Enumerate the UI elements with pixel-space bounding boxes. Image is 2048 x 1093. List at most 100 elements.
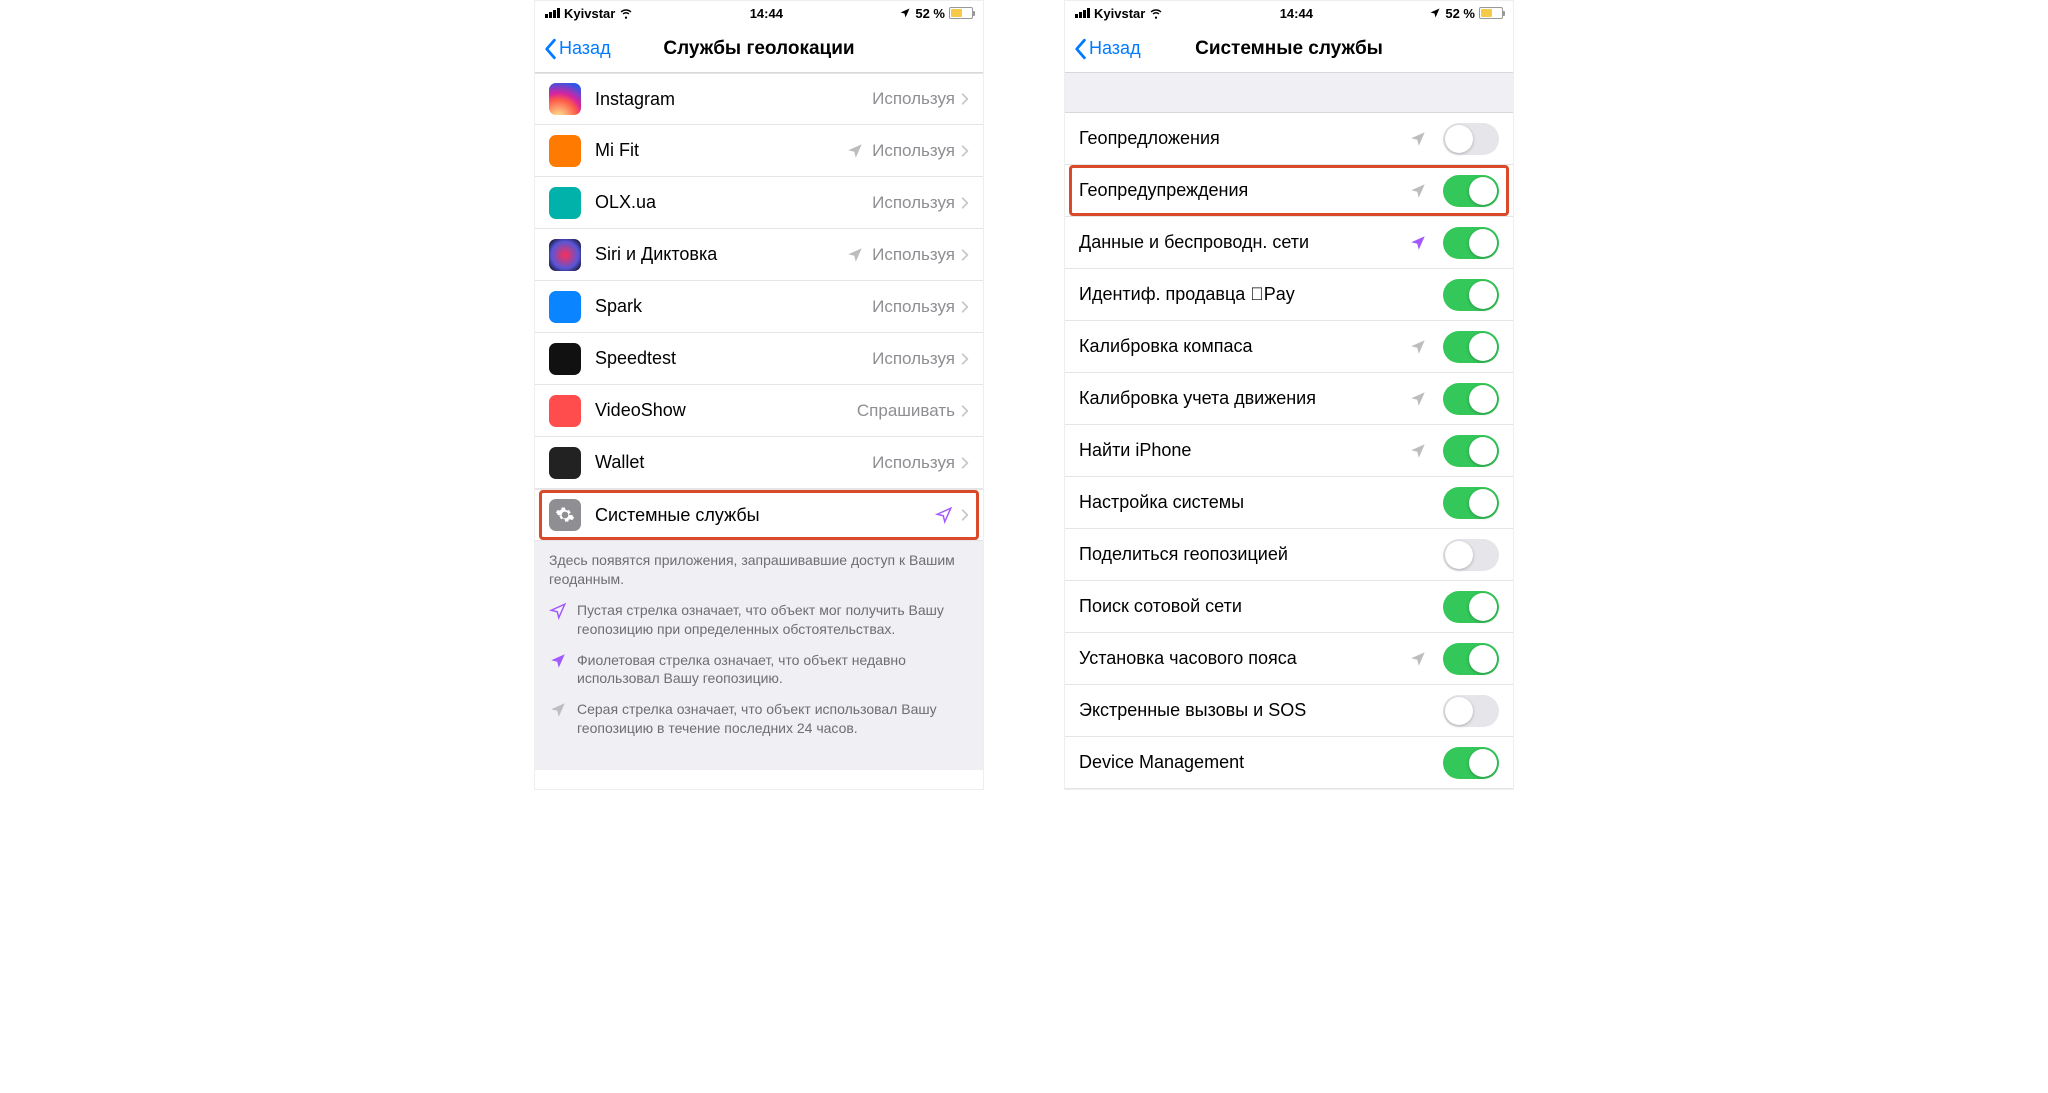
app-row[interactable]: OLX.ua Используя <box>535 177 983 229</box>
app-name: Spark <box>595 296 872 317</box>
service-row: Найти iPhone <box>1065 425 1513 477</box>
service-label: Геопредложения <box>1079 128 1401 149</box>
toggle-switch[interactable] <box>1443 591 1499 623</box>
location-arrow-icon <box>846 246 864 264</box>
toggle-switch[interactable] <box>1443 643 1499 675</box>
app-row[interactable]: Spark Используя <box>535 281 983 333</box>
cell-signal-icon <box>1075 8 1090 18</box>
service-label: Установка часового пояса <box>1079 648 1401 669</box>
wifi-icon <box>619 6 633 20</box>
toggle-switch[interactable] <box>1443 747 1499 779</box>
service-label: Калибровка учета движения <box>1079 388 1401 409</box>
location-arrow-icon <box>549 652 567 670</box>
status-time: 14:44 <box>750 6 783 21</box>
phone-right: Kyivstar 14:44 52 % Назад Системные служ… <box>1064 0 1514 790</box>
app-status: Спрашивать <box>857 401 955 421</box>
chevron-left-icon <box>1073 38 1087 60</box>
gear-icon <box>549 499 581 531</box>
location-arrow-icon <box>1409 130 1427 148</box>
app-icon <box>549 395 581 427</box>
section-gap <box>1065 73 1513 113</box>
location-arrow-icon <box>1409 650 1427 668</box>
toggle-switch[interactable] <box>1443 175 1499 207</box>
app-row[interactable]: Instagram Используя <box>535 73 983 125</box>
app-row[interactable]: Siri и Диктовка Используя <box>535 229 983 281</box>
app-icon <box>549 239 581 271</box>
app-name: Instagram <box>595 89 872 110</box>
app-row[interactable]: Mi Fit Используя <box>535 125 983 177</box>
toggle-switch[interactable] <box>1443 383 1499 415</box>
location-arrow-icon <box>935 506 953 524</box>
location-arrow-icon <box>1409 182 1427 200</box>
location-arrow-icon <box>846 142 864 160</box>
service-row: Device Management <box>1065 737 1513 789</box>
app-row[interactable]: Wallet Используя <box>535 437 983 489</box>
service-label: Калибровка компаса <box>1079 336 1401 357</box>
service-label: Идентиф. продавца Pay <box>1079 284 1435 305</box>
app-name: VideoShow <box>595 400 857 421</box>
service-label: Поиск сотовой сети <box>1079 596 1435 617</box>
app-status: Используя <box>872 89 955 109</box>
toggle-switch[interactable] <box>1443 227 1499 259</box>
chevron-right-icon <box>961 456 969 470</box>
service-row: Настройка системы <box>1065 477 1513 529</box>
status-bar: Kyivstar 14:44 52 % <box>535 1 983 25</box>
carrier-label: Kyivstar <box>564 6 615 21</box>
app-status: Используя <box>872 141 955 161</box>
back-button[interactable]: Назад <box>1073 38 1141 60</box>
footer-intro: Здесь появятся приложения, запрашивавшие… <box>549 551 969 589</box>
wifi-icon <box>1149 6 1163 20</box>
service-label: Device Management <box>1079 752 1435 773</box>
chevron-right-icon <box>961 404 969 418</box>
app-list: Instagram Используя Mi Fit Используя OLX… <box>535 73 983 489</box>
service-row: Поделиться геопозицией <box>1065 529 1513 581</box>
back-label: Назад <box>1089 38 1141 59</box>
toggle-switch[interactable] <box>1443 487 1499 519</box>
app-icon <box>549 447 581 479</box>
app-row[interactable]: Speedtest Используя <box>535 333 983 385</box>
service-row: Экстренные вызовы и SOS <box>1065 685 1513 737</box>
legend-text: Фиолетовая стрелка означает, что объект … <box>577 651 969 689</box>
chevron-right-icon <box>961 92 969 106</box>
app-name: Mi Fit <box>595 140 846 161</box>
legend-item: Серая стрелка означает, что объект испол… <box>549 700 969 738</box>
toggle-switch[interactable] <box>1443 279 1499 311</box>
location-arrow-icon <box>1409 390 1427 408</box>
location-arrow-icon <box>1409 442 1427 460</box>
service-row: Установка часового пояса <box>1065 633 1513 685</box>
app-name: Speedtest <box>595 348 872 369</box>
app-name: OLX.ua <box>595 192 872 213</box>
services-list: Геопредложения Геопредупреждения Данные … <box>1065 113 1513 789</box>
battery-icon <box>1479 7 1503 19</box>
chevron-right-icon <box>961 352 969 366</box>
app-icon <box>549 83 581 115</box>
toggle-switch[interactable] <box>1443 695 1499 727</box>
toggle-switch[interactable] <box>1443 123 1499 155</box>
toggle-switch[interactable] <box>1443 539 1499 571</box>
service-row: Калибровка учета движения <box>1065 373 1513 425</box>
status-time: 14:44 <box>1280 6 1313 21</box>
nav-bar: Назад Службы геолокации <box>535 25 983 73</box>
chevron-right-icon <box>961 196 969 210</box>
app-status: Используя <box>872 245 955 265</box>
system-services-row[interactable]: Системные службы <box>535 489 983 541</box>
chevron-right-icon <box>961 248 969 262</box>
back-button[interactable]: Назад <box>543 38 611 60</box>
location-arrow-icon <box>1409 234 1427 252</box>
toggle-switch[interactable] <box>1443 331 1499 363</box>
chevron-right-icon <box>961 508 969 522</box>
back-label: Назад <box>559 38 611 59</box>
service-label: Экстренные вызовы и SOS <box>1079 700 1435 721</box>
app-name: Siri и Диктовка <box>595 244 846 265</box>
service-label: Найти iPhone <box>1079 440 1401 461</box>
app-row[interactable]: VideoShow Спрашивать <box>535 385 983 437</box>
app-status: Используя <box>872 297 955 317</box>
legend-item: Фиолетовая стрелка означает, что объект … <box>549 651 969 689</box>
service-label: Данные и беспроводн. сети <box>1079 232 1401 253</box>
system-services-label: Системные службы <box>595 505 935 526</box>
phone-left: Kyivstar 14:44 52 % Назад Службы геолока… <box>534 0 984 790</box>
service-row: Поиск сотовой сети <box>1065 581 1513 633</box>
toggle-switch[interactable] <box>1443 435 1499 467</box>
cell-signal-icon <box>545 8 560 18</box>
app-icon <box>549 343 581 375</box>
